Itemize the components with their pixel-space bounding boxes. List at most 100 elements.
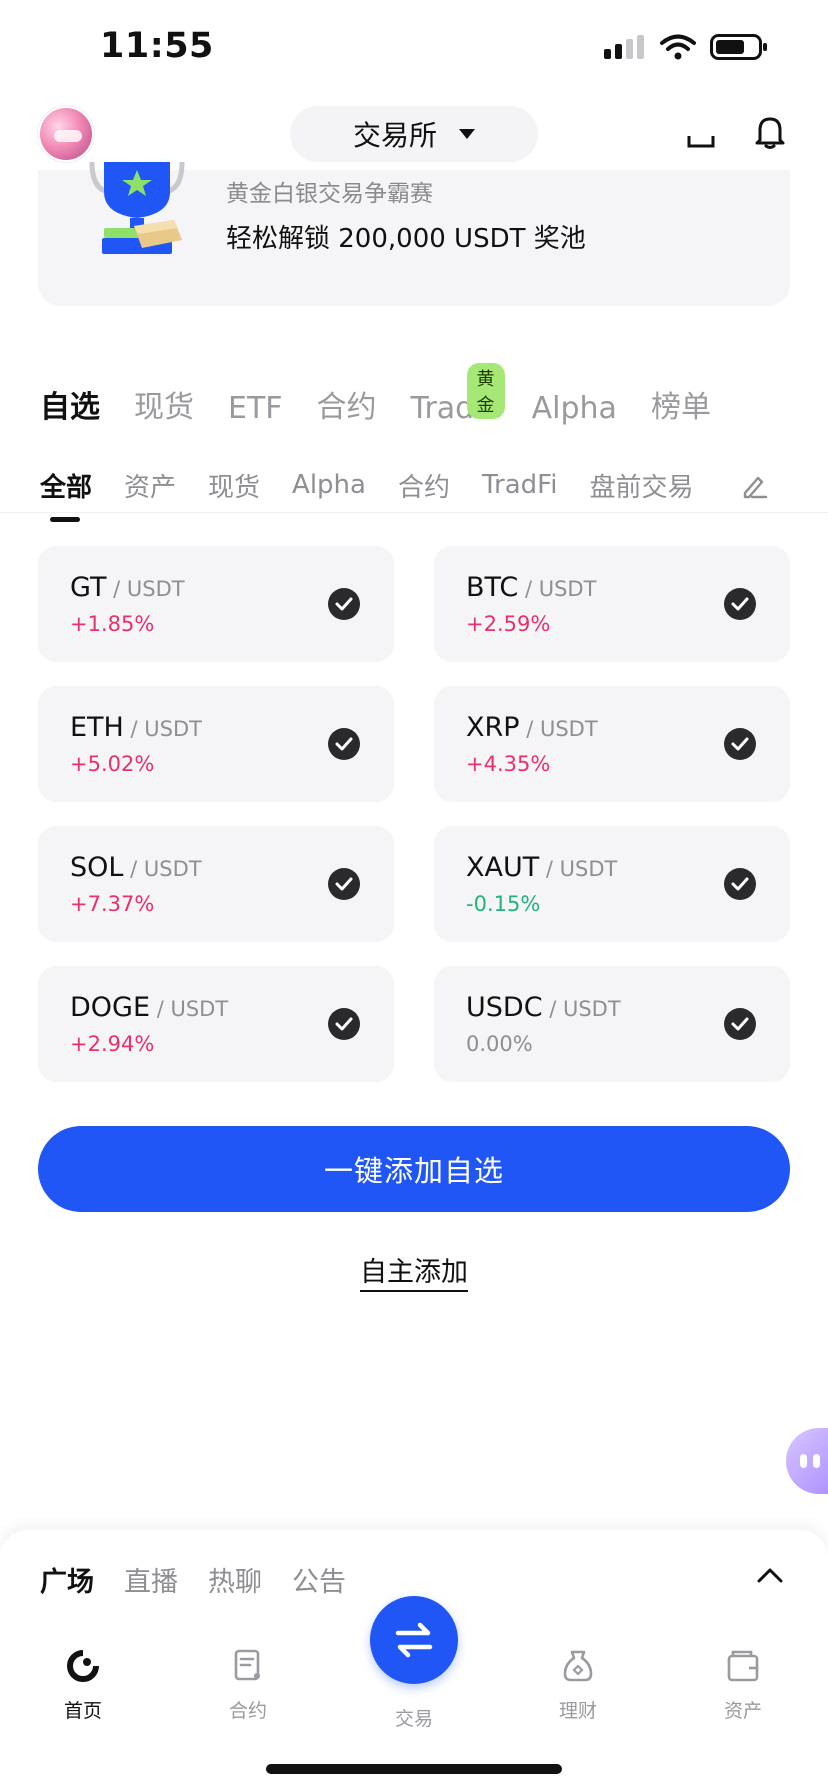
tab-tradfi[interactable]: TradFi 黄金	[411, 363, 505, 426]
nav-assets-label: 资产	[723, 1700, 762, 1722]
battery-icon	[710, 34, 767, 60]
coin-card-usdc[interactable]: USDC / USDT 0.00%	[434, 966, 790, 1082]
tab-spot[interactable]: 现货	[134, 382, 194, 426]
subtab-alpha[interactable]: Alpha	[292, 470, 366, 500]
feed-tab-hot-chat[interactable]: 热聊	[208, 1560, 262, 1599]
nav-earn[interactable]: 理财	[523, 1648, 633, 1723]
coin-card-xaut[interactable]: XAUT / USDT -0.15%	[434, 826, 790, 942]
home-icon	[67, 1650, 99, 1682]
tab-futures[interactable]: 合约	[317, 382, 377, 426]
exchange-switcher[interactable]: 交易所	[290, 106, 538, 162]
nav-trade-label: 交易	[394, 1708, 433, 1730]
coin-symbol: USDC	[466, 992, 543, 1023]
checkmark-icon[interactable]	[724, 728, 756, 760]
coin-symbol: BTC	[466, 572, 519, 603]
tab-rankings[interactable]: 榜单	[651, 382, 711, 426]
feed-tab-live[interactable]: 直播	[124, 1560, 178, 1599]
coin-symbol: DOGE	[70, 992, 151, 1023]
coin-quote: / USDT	[123, 857, 202, 881]
tabs-divider	[0, 512, 828, 513]
coin-quote: / USDT	[106, 577, 185, 601]
coin-card-sol[interactable]: SOL / USDT +7.37%	[38, 826, 394, 942]
status-icons	[604, 34, 768, 60]
coin-symbol: XRP	[466, 712, 520, 743]
coin-symbol: SOL	[70, 852, 124, 883]
trophy-icon	[89, 162, 185, 254]
checkmark-icon[interactable]	[724, 868, 756, 900]
feed-tabs: 广场 直播 热聊 公告	[40, 1560, 346, 1599]
coin-card-eth[interactable]: ETH / USDT +5.02%	[38, 686, 394, 802]
coin-card-xrp[interactable]: XRP / USDT +4.35%	[434, 686, 790, 802]
nav-assets[interactable]: 资产	[688, 1648, 798, 1723]
subtab-tradfi[interactable]: TradFi	[482, 470, 557, 500]
coin-change: -0.15%	[466, 892, 541, 916]
chevron-up-icon[interactable]	[756, 1566, 784, 1584]
coin-symbol: GT	[70, 572, 107, 603]
coin-card-doge[interactable]: DOGE / USDT +2.94%	[38, 966, 394, 1082]
swap-arrows-icon	[395, 1622, 433, 1658]
checkmark-icon[interactable]	[724, 1008, 756, 1040]
tab-watchlist[interactable]: 自选	[40, 382, 100, 426]
status-bar: 11:55	[0, 0, 828, 100]
bell-icon[interactable]	[754, 114, 786, 150]
promo-banner[interactable]: 黄金白银交易争霸赛 轻松解锁 200,000 USDT 奖池	[38, 162, 790, 306]
trade-button[interactable]	[370, 1596, 458, 1684]
banner-title: 轻松解锁 200,000 USDT 奖池	[226, 224, 586, 254]
add-all-watchlist-button[interactable]: 一键添加自选	[38, 1126, 790, 1212]
coin-change: +2.59%	[466, 612, 551, 636]
coin-change: +7.37%	[70, 892, 155, 916]
coin-grid: GT / USDT +1.85% BTC / USDT +2.59% ETH /…	[38, 546, 790, 1082]
nav-futures[interactable]: 合约	[193, 1648, 303, 1723]
nav-futures-label: 合约	[228, 1700, 267, 1722]
checkmark-icon[interactable]	[724, 588, 756, 620]
manual-add-link-row: 自主添加	[0, 1250, 828, 1292]
checkmark-icon[interactable]	[328, 728, 360, 760]
subtab-futures[interactable]: 合约	[398, 467, 450, 504]
subtab-all[interactable]: 全部	[40, 467, 92, 522]
money-bag-icon	[563, 1650, 593, 1682]
wallet-icon	[727, 1650, 759, 1682]
manual-add-link[interactable]: 自主添加	[360, 1257, 468, 1292]
subtab-spot[interactable]: 现货	[208, 467, 260, 504]
status-time: 11:55	[100, 26, 214, 66]
coin-quote: / USDT	[518, 577, 597, 601]
sub-tabs: 全部 资产 现货 Alpha 合约 TradFi 盘前交易	[40, 456, 788, 522]
contract-icon	[234, 1649, 260, 1681]
tab-alpha[interactable]: Alpha	[532, 391, 617, 426]
feed-tab-square[interactable]: 广场	[40, 1560, 94, 1599]
coin-card-gt[interactable]: GT / USDT +1.85%	[38, 546, 394, 662]
coin-quote: / USDT	[123, 717, 202, 741]
checkmark-icon[interactable]	[328, 868, 360, 900]
coin-change: +5.02%	[70, 752, 155, 776]
coin-change: +2.94%	[70, 1032, 155, 1056]
tab-etf[interactable]: ETF	[228, 391, 283, 426]
feed-tab-announcements[interactable]: 公告	[292, 1560, 346, 1599]
coin-change: +4.35%	[466, 752, 551, 776]
coin-quote: / USDT	[539, 857, 618, 881]
exchange-label: 交易所	[352, 119, 437, 152]
checkmark-icon[interactable]	[328, 1008, 360, 1040]
checkmark-icon[interactable]	[328, 588, 360, 620]
nav-home[interactable]: 首页	[28, 1648, 138, 1723]
subtab-assets[interactable]: 资产	[124, 467, 176, 504]
home-indicator	[266, 1764, 562, 1774]
nav-earn-label: 理财	[558, 1700, 597, 1722]
coin-card-btc[interactable]: BTC / USDT +2.59%	[434, 546, 790, 662]
edit-icon[interactable]	[740, 472, 768, 500]
coin-quote: / USDT	[150, 997, 229, 1021]
coin-symbol: ETH	[70, 712, 124, 743]
assistant-float-button[interactable]	[786, 1428, 828, 1494]
nav-home-label: 首页	[63, 1700, 102, 1722]
banner-subtitle: 黄金白银交易争霸赛	[226, 181, 433, 207]
avatar[interactable]	[38, 106, 94, 162]
main-tabs: 自选 现货 ETF 合约 TradFi 黄金 Alpha 榜单	[40, 363, 711, 426]
scan-icon[interactable]	[686, 114, 716, 150]
gold-badge: 黄金	[466, 363, 505, 419]
wifi-icon	[660, 34, 696, 60]
subtab-premarket[interactable]: 盘前交易	[589, 467, 693, 504]
coin-quote: / USDT	[519, 717, 598, 741]
coin-change: +1.85%	[70, 612, 155, 636]
caret-down-icon	[459, 129, 475, 139]
coin-symbol: XAUT	[466, 852, 540, 883]
coin-quote: / USDT	[542, 997, 621, 1021]
